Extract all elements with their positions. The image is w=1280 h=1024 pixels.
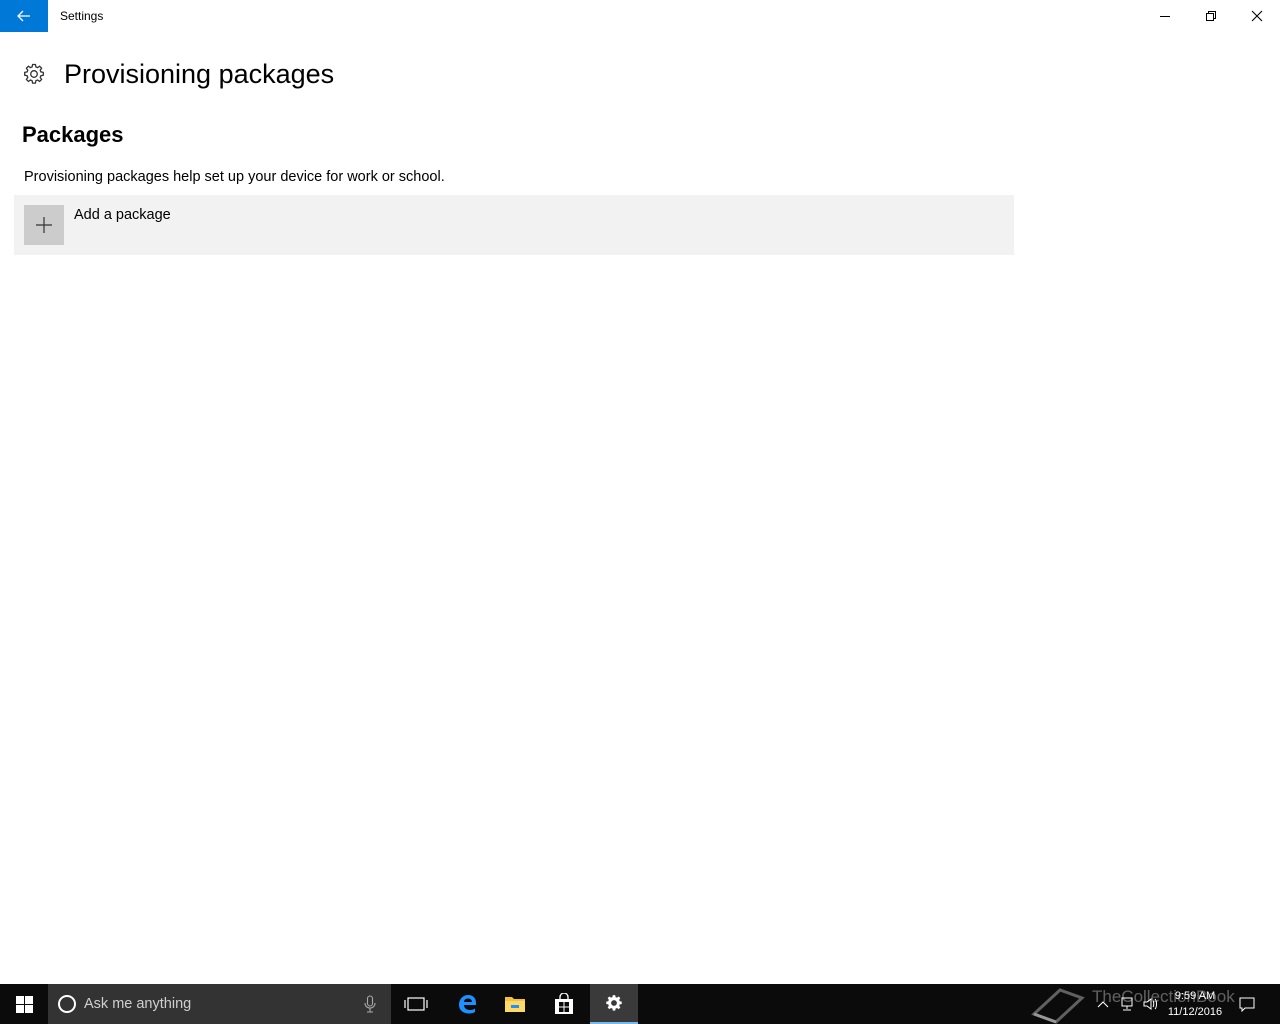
task-view-button[interactable]: [392, 984, 440, 1024]
taskbar-search-box[interactable]: [48, 984, 391, 1024]
close-button[interactable]: [1234, 0, 1280, 32]
microphone-icon[interactable]: [364, 995, 376, 1013]
minimize-button[interactable]: [1142, 0, 1188, 32]
restore-icon: [1206, 11, 1216, 21]
notifications-icon: [1239, 997, 1255, 1012]
settings-gear-icon: [606, 995, 622, 1011]
minimize-icon: [1160, 16, 1170, 17]
cortana-icon[interactable]: [58, 995, 76, 1013]
windows-logo-icon: [15, 995, 33, 1013]
plus-icon: [36, 217, 52, 233]
back-button[interactable]: [0, 0, 48, 32]
edge-button[interactable]: [443, 984, 491, 1024]
volume-button[interactable]: [1140, 984, 1162, 1024]
add-icon-tile: [24, 205, 64, 245]
settings-taskbar-button[interactable]: [590, 984, 638, 1024]
title-bar: Settings: [0, 0, 1280, 32]
add-package-button[interactable]: Add a package: [14, 195, 1014, 255]
clock-time: 9:59 AM: [1174, 990, 1216, 1002]
gear-icon: [24, 63, 44, 84]
show-hidden-icons-button[interactable]: [1094, 984, 1112, 1024]
edge-icon: [459, 995, 476, 1014]
back-arrow-icon: [17, 10, 30, 22]
clock-date: 11/12/2016: [1167, 1006, 1223, 1018]
network-button[interactable]: [1116, 984, 1136, 1024]
start-button[interactable]: [0, 984, 48, 1024]
book-logo-icon: [1031, 988, 1085, 1024]
clock[interactable]: 9:59 AM 11/12/2016: [1160, 988, 1230, 1020]
close-icon: [1251, 10, 1263, 22]
page-title: Provisioning packages: [64, 58, 335, 89]
store-icon: [555, 993, 573, 1014]
section-title-packages: Packages: [22, 122, 124, 147]
chevron-up-icon: [1097, 1001, 1109, 1008]
restore-button[interactable]: [1188, 0, 1234, 32]
page-header: Provisioning packages: [22, 56, 334, 92]
window-title: Settings: [60, 9, 104, 23]
add-package-label: Add a package: [74, 207, 171, 223]
network-icon: [1121, 997, 1133, 1011]
folder-icon: [505, 997, 525, 1012]
store-button[interactable]: [540, 984, 588, 1024]
packages-description: Provisioning packages help set up your d…: [24, 169, 445, 185]
volume-icon: [1143, 998, 1157, 1010]
file-explorer-button[interactable]: [491, 984, 539, 1024]
task-view-icon: [404, 997, 428, 1011]
action-center-button[interactable]: [1234, 984, 1260, 1024]
search-input[interactable]: [84, 992, 354, 1016]
taskbar: TheCollectionBook 9:59 AM 11/12/2016: [0, 984, 1280, 1024]
